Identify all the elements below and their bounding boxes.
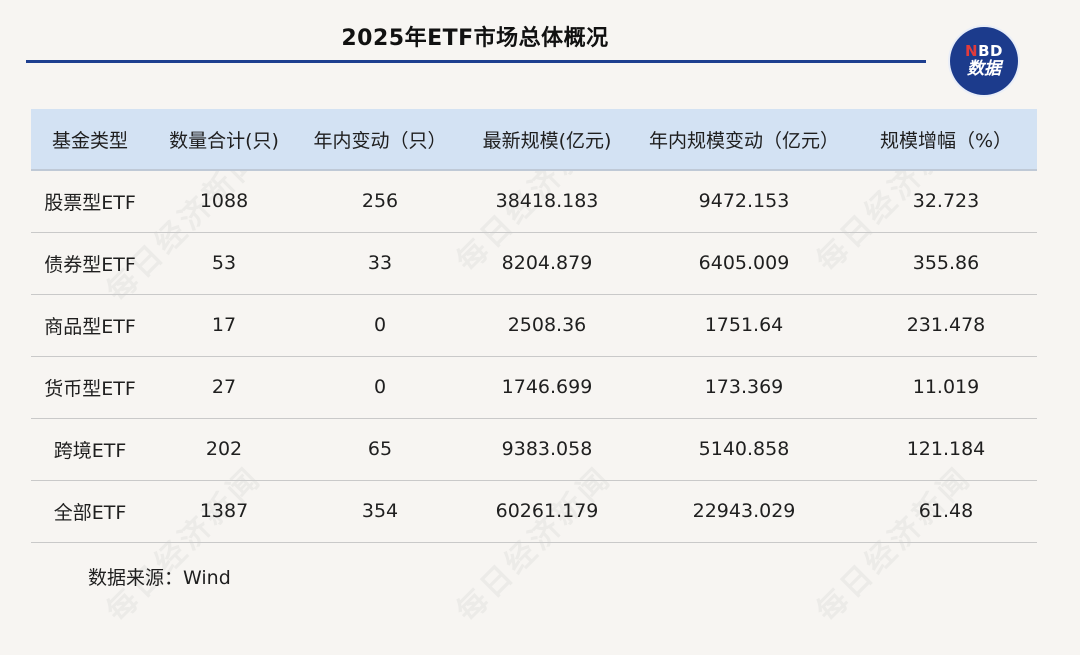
column-header: 最新规模(亿元) — [461, 109, 633, 171]
table-cell: 1746.699 — [461, 356, 633, 419]
table-row: 全部ETF 1387 354 60261.179 22943.029 61.48 — [31, 480, 1037, 543]
table-cell: 跨境ETF — [31, 418, 149, 481]
column-header: 年内变动（只） — [299, 109, 461, 171]
column-header: 年内规模变动（亿元） — [633, 109, 855, 171]
title-underline — [26, 60, 926, 63]
table-cell: 0 — [299, 294, 461, 357]
table-cell: 38418.183 — [461, 170, 633, 233]
table-cell: 202 — [149, 418, 299, 481]
table-row: 商品型ETF 17 0 2508.36 1751.64 231.478 — [31, 294, 1037, 357]
table-row: 货币型ETF 27 0 1746.699 173.369 11.019 — [31, 356, 1037, 419]
logo-n: N — [965, 42, 979, 60]
table-cell: 231.478 — [855, 294, 1037, 357]
page-title: 2025年ETF市场总体概况 — [341, 26, 609, 51]
table-cell: 53 — [149, 232, 299, 295]
etf-overview-table: 基金类型 数量合计(只) 年内变动（只） 最新规模(亿元) 年内规模变动（亿元）… — [31, 109, 1037, 543]
table-cell: 61.48 — [855, 480, 1037, 543]
table-row: 跨境ETF 202 65 9383.058 5140.858 121.184 — [31, 418, 1037, 481]
table-header-row: 基金类型 数量合计(只) 年内变动（只） 最新规模(亿元) 年内规模变动（亿元）… — [31, 109, 1037, 171]
table-cell: 17 — [149, 294, 299, 357]
table-cell: 22943.029 — [633, 480, 855, 543]
column-header: 基金类型 — [31, 109, 149, 171]
table-cell: 货币型ETF — [31, 356, 149, 419]
table-cell: 354 — [299, 480, 461, 543]
nbd-data-logo: NBD 数据 — [950, 27, 1018, 95]
table-cell: 9472.153 — [633, 170, 855, 233]
table-row: 股票型ETF 1088 256 38418.183 9472.153 32.72… — [31, 170, 1037, 233]
table-cell: 33 — [299, 232, 461, 295]
table-cell: 0 — [299, 356, 461, 419]
logo-bd: BD — [978, 42, 1003, 60]
table-cell: 商品型ETF — [31, 294, 149, 357]
table-cell: 1387 — [149, 480, 299, 543]
table-cell: 股票型ETF — [31, 170, 149, 233]
table-cell: 9383.058 — [461, 418, 633, 481]
table-row: 债券型ETF 53 33 8204.879 6405.009 355.86 — [31, 232, 1037, 295]
logo-brand: NBD — [965, 43, 1003, 59]
table-cell: 5140.858 — [633, 418, 855, 481]
table-cell: 60261.179 — [461, 480, 633, 543]
data-source-note: 数据来源：Wind — [88, 567, 231, 589]
table-cell: 121.184 — [855, 418, 1037, 481]
table-cell: 1088 — [149, 170, 299, 233]
table-cell: 173.369 — [633, 356, 855, 419]
table-cell: 6405.009 — [633, 232, 855, 295]
column-header: 数量合计(只) — [149, 109, 299, 171]
logo-text: 数据 — [967, 59, 1001, 79]
table-cell: 27 — [149, 356, 299, 419]
table-cell: 全部ETF — [31, 480, 149, 543]
table-cell: 65 — [299, 418, 461, 481]
table-cell: 355.86 — [855, 232, 1037, 295]
table-cell: 32.723 — [855, 170, 1037, 233]
table-cell: 2508.36 — [461, 294, 633, 357]
table-cell: 债券型ETF — [31, 232, 149, 295]
table-cell: 1751.64 — [633, 294, 855, 357]
table-cell: 256 — [299, 170, 461, 233]
column-header: 规模增幅（%） — [855, 109, 1037, 171]
table-cell: 11.019 — [855, 356, 1037, 419]
table-cell: 8204.879 — [461, 232, 633, 295]
